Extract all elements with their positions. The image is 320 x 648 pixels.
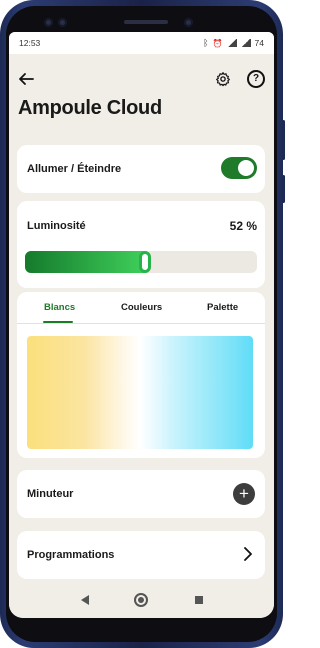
front-camera-2 — [184, 18, 193, 27]
white-temperature-picker[interactable] — [27, 336, 253, 449]
color-tabs: Blancs Couleurs Palette — [17, 292, 265, 324]
chevron-right-icon[interactable] — [243, 547, 253, 561]
page-title: Ampoule Cloud — [18, 97, 162, 119]
schedules-label: Programmations — [27, 549, 115, 561]
app-screen: 12:53 ᛒ ⏰ 74 ? Ampoule Cloud Allumer / É — [9, 32, 274, 618]
signal-icon — [226, 39, 237, 47]
color-card: Blancs Couleurs Palette — [17, 292, 265, 458]
volume-button — [282, 120, 285, 160]
schedules-card[interactable]: Programmations — [17, 531, 265, 579]
brightness-value: 52 % — [229, 219, 257, 233]
brightness-card: Luminosité 52 % — [17, 201, 265, 288]
timer-card[interactable]: Minuteur + — [17, 470, 265, 518]
system-navigation-bar — [9, 584, 274, 618]
nav-home-icon[interactable] — [134, 593, 148, 607]
front-camera — [44, 18, 53, 27]
gear-icon[interactable] — [215, 71, 231, 87]
brightness-label: Luminosité — [27, 220, 86, 232]
plus-icon[interactable]: + — [233, 483, 255, 505]
signal-2-icon — [240, 39, 251, 47]
phone-top-bar — [6, 6, 277, 32]
timer-label: Minuteur — [27, 488, 74, 500]
tab-palette[interactable]: Palette — [207, 302, 238, 313]
power-card: Allumer / Éteindre — [17, 145, 265, 193]
power-toggle[interactable] — [221, 157, 257, 179]
power-label: Allumer / Éteindre — [27, 163, 122, 175]
brightness-slider[interactable] — [25, 251, 257, 273]
front-sensor — [58, 18, 67, 27]
help-icon[interactable]: ? — [247, 70, 265, 88]
battery-percent: 74 — [254, 38, 264, 48]
power-button — [282, 175, 285, 203]
tab-whites[interactable]: Blancs — [44, 302, 75, 313]
earpiece-speaker — [124, 20, 168, 24]
nav-back-icon[interactable] — [81, 595, 89, 605]
alarm-icon: ⏰ — [212, 38, 223, 48]
active-tab-indicator — [43, 321, 73, 323]
status-icons: ᛒ ⏰ 74 — [203, 38, 264, 48]
back-arrow-icon[interactable] — [17, 70, 35, 88]
nav-recents-icon[interactable] — [195, 596, 203, 604]
phone-frame: 12:53 ᛒ ⏰ 74 ? Ampoule Cloud Allumer / É — [0, 0, 285, 648]
brightness-slider-thumb[interactable] — [139, 251, 151, 273]
brightness-slider-fill — [25, 251, 145, 273]
status-bar: 12:53 ᛒ ⏰ 74 — [9, 32, 274, 54]
toggle-knob — [238, 160, 254, 176]
status-time: 12:53 — [19, 38, 41, 48]
tab-colors[interactable]: Couleurs — [121, 302, 162, 313]
bluetooth-icon: ᛒ — [203, 38, 209, 48]
